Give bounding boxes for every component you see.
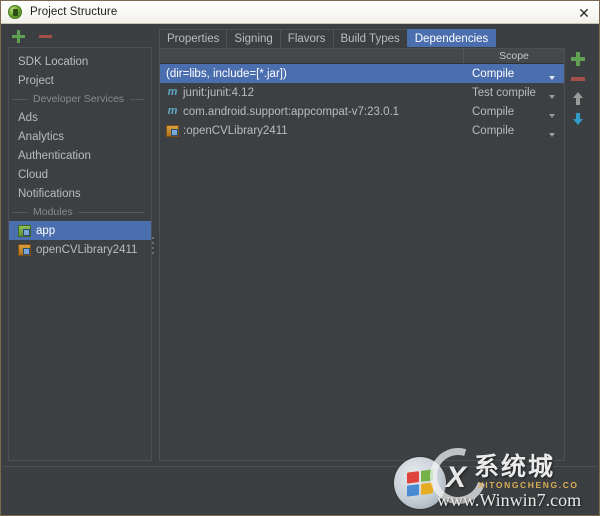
tab-bar: Properties Signing Flavors Build Types Depen… <box>159 29 495 47</box>
add-dependency-button[interactable] <box>570 51 586 67</box>
sidebar-item-label: Notifications <box>18 188 81 200</box>
dependency-name-label: (dir=libs, include=[*.jar]) <box>166 68 287 80</box>
sidebar-toolbar <box>2 25 154 47</box>
sidebar-item-cloud[interactable]: Cloud <box>9 165 151 184</box>
android-module-icon <box>18 225 31 237</box>
chevron-down-icon <box>549 76 555 80</box>
maven-library-icon: m <box>166 106 179 117</box>
sidebar-section-modules: Modules <box>9 203 151 221</box>
tab-label: Properties <box>167 33 219 45</box>
dependency-name-cell: m com.android.support:appcompat-v7:23.0.1 <box>160 106 464 118</box>
tab-properties[interactable]: Properties <box>159 29 227 47</box>
table-row[interactable]: m junit:junit:4.12 Test compile <box>160 83 564 102</box>
tab-label: Dependencies <box>415 33 489 45</box>
add-module-button[interactable] <box>11 29 26 44</box>
library-module-icon <box>166 125 179 137</box>
sidebar-item-ads[interactable]: Ads <box>9 108 151 127</box>
tab-flavors[interactable]: Flavors <box>280 29 334 47</box>
tab-label: Flavors <box>288 33 326 45</box>
sidebar-item-label: Cloud <box>18 169 48 181</box>
chevron-down-icon <box>549 133 555 137</box>
project-structure-dialog: Project Structure ✕ SDK Location Project D… <box>0 0 600 516</box>
android-studio-icon <box>8 5 22 19</box>
sidebar-item-label: Analytics <box>18 131 64 143</box>
dependency-name-label: com.android.support:appcompat-v7:23.0.1 <box>183 106 399 118</box>
table-header: Scope <box>160 49 564 64</box>
sidebar-item-sdk-location[interactable]: SDK Location <box>9 52 151 71</box>
chevron-down-icon <box>549 114 555 118</box>
library-module-icon <box>18 244 31 256</box>
move-up-button[interactable] <box>570 91 586 107</box>
chevron-down-icon <box>549 95 555 99</box>
sidebar-item-label: openCVLibrary2411 <box>36 244 137 256</box>
sidebar-item-notifications[interactable]: Notifications <box>9 184 151 203</box>
dependencies-table: (dir=libs, include=[*.jar]) Compile mjunit… <box>160 64 564 140</box>
sidebar-item-label: Authentication <box>18 150 91 162</box>
scope-value: Test compile <box>472 87 536 99</box>
sidebar-item-analytics[interactable]: Analytics <box>9 127 151 146</box>
sidebar-item-authentication[interactable]: Authentication <box>9 146 151 165</box>
dialog-button-bar <box>2 466 598 514</box>
scope-dropdown[interactable]: Test compile <box>464 87 564 99</box>
table-row[interactable]: :openCVLibrary2411 Compile <box>160 121 564 140</box>
window-title: Project Structure <box>30 6 117 18</box>
dependency-name-label: :openCVLibrary2411 <box>183 125 288 137</box>
tab-dependencies[interactable]: Dependencies <box>407 29 497 47</box>
sidebar-item-opencvlibrary2411[interactable]: openCVLibrary2411 <box>9 240 151 259</box>
dependency-actions <box>567 51 589 127</box>
panel-splitter[interactable] <box>152 237 155 259</box>
close-icon[interactable]: ✕ <box>573 3 595 22</box>
column-header-scope: Scope <box>464 49 564 63</box>
scope-dropdown[interactable]: Compile <box>464 125 564 137</box>
column-header-name <box>160 49 464 63</box>
table-row[interactable]: (dir=libs, include=[*.jar]) Compile <box>160 64 564 83</box>
sidebar-tree: SDK Location Project Developer Services Ads… <box>9 48 151 259</box>
sidebar-item-label: app <box>36 225 55 237</box>
dependency-name-cell: (dir=libs, include=[*.jar]) <box>160 68 464 80</box>
dependency-name-label: junit:junit:4.12 <box>183 87 254 99</box>
table-row[interactable]: m com.android.support:appcompat-v7:23.0.1… <box>160 102 564 121</box>
maven-library-icon: m <box>166 87 179 98</box>
sidebar-item-label: SDK Location <box>18 56 88 68</box>
sidebar-section-developer-services: Developer Services <box>9 90 151 108</box>
tab-label: Signing <box>234 33 272 45</box>
remove-module-button[interactable] <box>38 29 53 44</box>
sidebar-item-label: Ads <box>18 112 38 124</box>
sidebar-item-label: Project <box>18 75 54 87</box>
tab-signing[interactable]: Signing <box>226 29 280 47</box>
sidebar-panel: SDK Location Project Developer Services Ads… <box>8 47 152 461</box>
scope-dropdown[interactable]: Compile <box>464 106 564 118</box>
dependency-name-cell: :openCVLibrary2411 <box>160 125 464 137</box>
scope-value: Compile <box>472 125 514 137</box>
sidebar-item-project[interactable]: Project <box>9 71 151 90</box>
window-titlebar: Project Structure ✕ <box>1 1 599 24</box>
sidebar-item-app[interactable]: app <box>9 221 151 240</box>
tab-build-types[interactable]: Build Types <box>333 29 408 47</box>
sidebar-section-label: Developer Services <box>33 93 124 105</box>
scope-dropdown[interactable]: Compile <box>464 68 564 80</box>
dependencies-panel: Scope (dir=libs, include=[*.jar]) Compile… <box>159 48 565 461</box>
scope-value: Compile <box>472 68 514 80</box>
dependency-name-cell: m junit:junit:4.12 <box>160 87 464 99</box>
move-down-button[interactable] <box>570 111 586 127</box>
scope-value: Compile <box>472 106 514 118</box>
remove-dependency-button[interactable] <box>570 71 586 87</box>
tab-label: Build Types <box>341 33 400 45</box>
sidebar-section-label: Modules <box>33 206 73 218</box>
